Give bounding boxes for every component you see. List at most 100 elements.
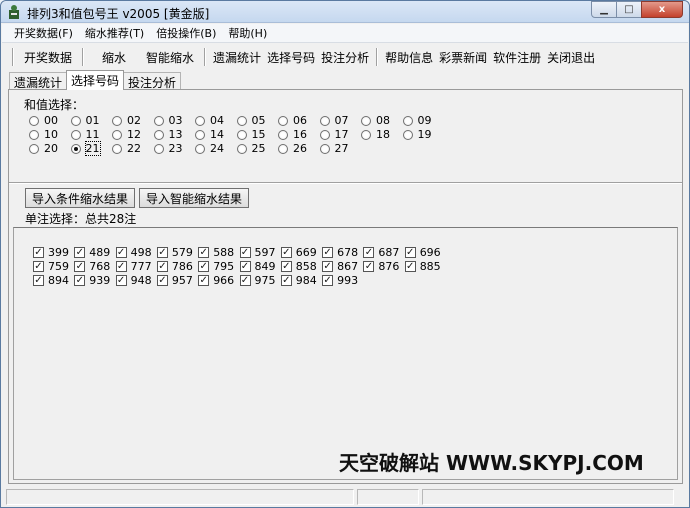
number-checkbox-579[interactable]: ✓ 579	[156, 246, 193, 259]
checkmark-icon: ✓	[280, 247, 292, 258]
sum-radio-12[interactable]: 12	[112, 128, 141, 141]
number-checkbox-975[interactable]: ✓ 975	[239, 274, 276, 287]
menu-multiple-bet[interactable]: 倍投操作(B)	[150, 25, 222, 41]
menu-open-data[interactable]: 开奖数据(F)	[8, 25, 79, 41]
divider	[9, 182, 682, 184]
number-checkbox-939[interactable]: ✓ 939	[74, 274, 110, 287]
number-checkbox-858[interactable]: ✓ 858	[280, 260, 317, 273]
sum-radio-02[interactable]: 02	[112, 114, 141, 127]
sum-radio-06[interactable]: 06	[278, 114, 307, 127]
number-checkbox-768[interactable]: ✓ 768	[74, 260, 110, 273]
close-button[interactable]: x	[641, 1, 683, 18]
number-checkbox-489[interactable]: ✓ 489	[74, 246, 110, 259]
sum-radio-24[interactable]: 24	[195, 142, 224, 155]
toolbar-register[interactable]: 软件注册	[490, 49, 544, 66]
radio-dot	[278, 143, 288, 154]
sum-radio-14[interactable]: 14	[195, 128, 224, 141]
number-checkbox-795[interactable]: ✓ 795	[198, 260, 234, 273]
import-condition-button[interactable]: 导入条件缩水结果	[25, 188, 136, 208]
menu-reduce-recommend[interactable]: 缩水推荐(T)	[79, 25, 150, 41]
number-checkbox-957[interactable]: ✓ 957	[156, 274, 193, 287]
sum-radio-17[interactable]: 17	[319, 128, 349, 141]
number-checkbox-849[interactable]: ✓ 849	[239, 260, 276, 273]
tab-missing-stats[interactable]: 遗漏统计	[9, 72, 68, 90]
sum-radio-07[interactable]: 07	[319, 114, 349, 127]
sum-radio-26[interactable]: 26	[278, 142, 307, 155]
radio-dot	[112, 129, 122, 140]
checkmark-icon: ✓	[404, 261, 416, 272]
number-checkbox-669[interactable]: ✓ 669	[280, 246, 317, 259]
radio-dot	[195, 129, 205, 140]
sum-radio-04[interactable]: 04	[195, 114, 224, 127]
sum-radio-label: 27	[334, 142, 349, 155]
sum-radio-21[interactable]: 21	[70, 141, 101, 156]
sum-radio-15[interactable]: 15	[236, 128, 266, 141]
radio-dot	[70, 129, 81, 140]
number-checkbox-885[interactable]: ✓ 885	[404, 260, 441, 273]
sum-radio-05[interactable]: 05	[236, 114, 266, 127]
toolbar-select-numbers[interactable]: 选择号码	[264, 49, 318, 66]
toolbar-missing-stats[interactable]: 遗漏统计	[210, 49, 264, 66]
checkmark-icon: ✓	[156, 261, 168, 272]
radio-dot	[112, 143, 122, 154]
number-checkbox-597[interactable]: ✓ 597	[239, 246, 276, 259]
sum-radio-23[interactable]: 23	[153, 142, 183, 155]
sum-radio-16[interactable]: 16	[278, 128, 307, 141]
number-checkbox-687[interactable]: ✓ 687	[363, 246, 399, 259]
tab-bet-analysis[interactable]: 投注分析	[123, 72, 182, 90]
toolbar-exit[interactable]: 关闭退出	[544, 49, 598, 66]
sum-radio-25[interactable]: 25	[236, 142, 266, 155]
number-checkbox-876[interactable]: ✓ 876	[363, 260, 399, 273]
toolbar-draw-data[interactable]: 开奖数据	[18, 49, 78, 66]
sum-radio-11[interactable]: 11	[70, 128, 100, 141]
sum-radio-00[interactable]: 00	[29, 114, 58, 127]
minimize-button[interactable]: ▁	[591, 1, 617, 18]
sum-radio-10[interactable]: 10	[29, 128, 58, 141]
number-label: 696	[419, 246, 441, 259]
number-checkbox-984[interactable]: ✓ 984	[280, 274, 317, 287]
checkmark-icon: ✓	[239, 247, 251, 258]
toolbar-bet-analysis[interactable]: 投注分析	[318, 49, 372, 66]
radio-dot	[195, 115, 205, 126]
maximize-button[interactable]: □	[616, 1, 642, 18]
number-checkbox-588[interactable]: ✓ 588	[198, 246, 234, 259]
number-checkbox-948[interactable]: ✓ 948	[115, 274, 152, 287]
number-checkbox-759[interactable]: ✓ 759	[33, 260, 69, 273]
sum-radio-08[interactable]: 08	[361, 114, 390, 127]
sum-radio-20[interactable]: 20	[29, 142, 58, 155]
sum-radio-19[interactable]: 19	[402, 128, 432, 141]
sum-radio-label: 26	[293, 142, 307, 155]
menu-help[interactable]: 帮助(H)	[222, 25, 273, 41]
sum-radio-03[interactable]: 03	[153, 114, 183, 127]
number-checkbox-867[interactable]: ✓ 867	[322, 260, 358, 273]
number-checkbox-498[interactable]: ✓ 498	[115, 246, 152, 259]
radio-dot	[153, 129, 164, 140]
checkmark-icon: ✓	[280, 275, 292, 286]
number-label: 777	[130, 260, 152, 273]
number-checkbox-894[interactable]: ✓ 894	[33, 274, 69, 287]
number-checkbox-786[interactable]: ✓ 786	[156, 260, 193, 273]
number-checkbox-696[interactable]: ✓ 696	[404, 246, 441, 259]
tab-select-numbers[interactable]: 选择号码	[66, 70, 125, 90]
number-checkbox-777[interactable]: ✓ 777	[115, 260, 152, 273]
number-checkbox-993[interactable]: ✓ 993	[322, 274, 358, 287]
radio-dot	[236, 129, 247, 140]
toolbar-reduce[interactable]: 缩水	[88, 49, 140, 66]
sum-radio-01[interactable]: 01	[70, 114, 100, 127]
number-label: 579	[171, 246, 193, 259]
number-checkbox-399[interactable]: ✓ 399	[33, 246, 69, 259]
toolbar-help-info[interactable]: 帮助信息	[382, 49, 436, 66]
sum-radio-22[interactable]: 22	[112, 142, 141, 155]
toolbar-lottery-news[interactable]: 彩票新闻	[436, 49, 490, 66]
number-label: 786	[171, 260, 193, 273]
sum-radio-label: 08	[376, 114, 390, 127]
sum-radio-27[interactable]: 27	[319, 142, 349, 155]
sum-radio-label: 06	[293, 114, 307, 127]
number-checkbox-966[interactable]: ✓ 966	[198, 274, 234, 287]
number-checkbox-678[interactable]: ✓ 678	[322, 246, 358, 259]
import-smart-button[interactable]: 导入智能缩水结果	[139, 188, 250, 208]
sum-radio-09[interactable]: 09	[402, 114, 432, 127]
sum-radio-13[interactable]: 13	[153, 128, 183, 141]
toolbar-smart-reduce[interactable]: 智能缩水	[140, 49, 200, 66]
sum-radio-18[interactable]: 18	[361, 128, 390, 141]
